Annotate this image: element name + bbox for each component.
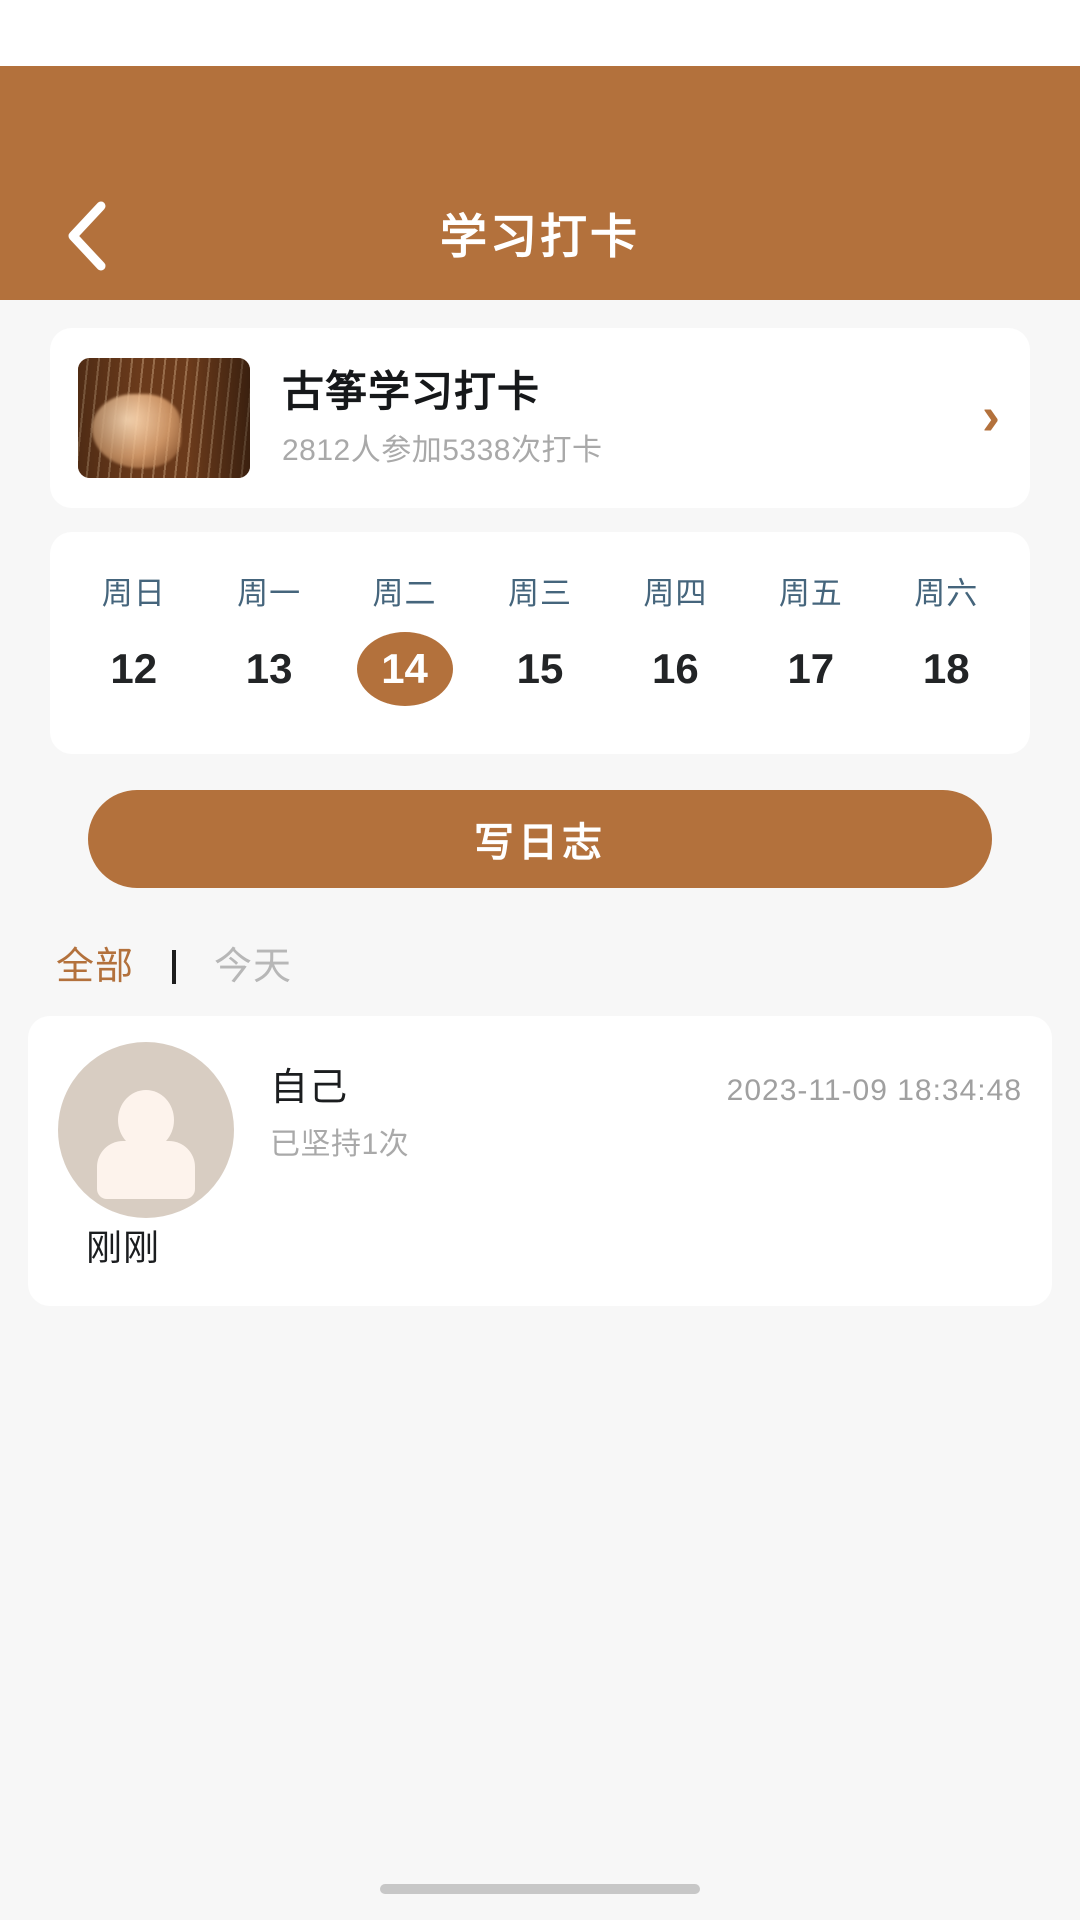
course-thumbnail [78,358,250,478]
page-title: 学习打卡 [440,210,640,263]
feed-item-text: 自己 2023-11-09 18:34:48 已坚持1次 [234,1042,1022,1164]
day-number-wrap: 12 [86,632,182,706]
week-calendar: 周日 12 周一 13 周二 14 周三 15 周四 16 周五 17 周六 1… [50,532,1030,754]
day-number: 18 [922,645,970,692]
course-card[interactable]: 古筝学习打卡 2812人参加5338次打卡 › [50,328,1030,508]
day-cell-4[interactable]: 周四 16 [608,574,743,706]
feed-user-name: 自己 [270,1067,349,1109]
day-number-wrap: 16 [627,632,723,706]
course-info: 古筝学习打卡 2812人参加5338次打卡 [250,366,930,470]
day-cell-6[interactable]: 周六 18 [879,574,1014,706]
day-number: 15 [516,645,564,692]
day-cell-0[interactable]: 周日 12 [66,574,201,706]
day-name: 周日 [101,576,166,611]
chevron-right-icon[interactable]: › [930,389,1000,447]
status-bar [0,0,1080,66]
day-number-wrap: 18 [898,632,994,706]
avatar[interactable] [58,1042,234,1218]
tab-separator [172,950,177,984]
course-participants: 2812人参加5338次打卡 [282,434,603,467]
tab-all[interactable]: 全部 [56,944,134,990]
day-name: 周四 [643,576,708,611]
app-root: 学习打卡 古筝学习打卡 2812人参加5338次打卡 › 周日 12 周一 13… [0,0,1080,1920]
feed-item-body: 刚刚 [86,1227,161,1268]
day-number-wrap: 13 [221,632,317,706]
thumbnail-shade [78,358,250,478]
day-name: 周一 [237,576,302,611]
feed-streak-count: 已坚持1次 [270,1128,410,1161]
day-number: 17 [787,645,835,692]
day-name: 周五 [778,576,843,611]
day-number-wrap: 17 [763,632,859,706]
avatar-body-icon [97,1140,195,1199]
day-cell-2-selected[interactable]: 周二 14 [337,574,472,706]
content-area: 古筝学习打卡 2812人参加5338次打卡 › 周日 12 周一 13 周二 1… [0,328,1080,1306]
day-name: 周二 [372,576,437,611]
day-number-wrap: 15 [492,632,588,706]
tab-today[interactable]: 今天 [214,944,292,990]
course-title: 古筝学习打卡 [282,368,541,415]
write-journal-button[interactable]: 写日志 [88,790,992,888]
day-cell-1[interactable]: 周一 13 [201,574,336,706]
feed-filter-tabs: 全部 今天 [0,888,1080,990]
day-number: 14 [381,645,428,692]
week-row: 周日 12 周一 13 周二 14 周三 15 周四 16 周五 17 周六 1… [66,574,1014,706]
page-header: 学习打卡 [0,66,1080,300]
home-indicator[interactable] [380,1884,700,1894]
day-number: 12 [110,645,158,692]
day-number-wrap-selected: 14 [356,632,453,706]
day-number: 13 [245,645,293,692]
feed-timestamp: 2023-11-09 18:34:48 [726,1074,1022,1107]
feed-item-meta: 自己 2023-11-09 18:34:48 [270,1064,1022,1112]
day-number: 16 [652,645,699,692]
day-name: 周三 [507,576,572,611]
day-cell-3[interactable]: 周三 15 [472,574,607,706]
feed-item[interactable]: 自己 2023-11-09 18:34:48 已坚持1次 刚刚 [28,1016,1052,1306]
feed-item-header: 自己 2023-11-09 18:34:48 已坚持1次 [58,1042,1022,1218]
day-cell-5[interactable]: 周五 17 [743,574,878,706]
day-name: 周六 [914,576,979,611]
